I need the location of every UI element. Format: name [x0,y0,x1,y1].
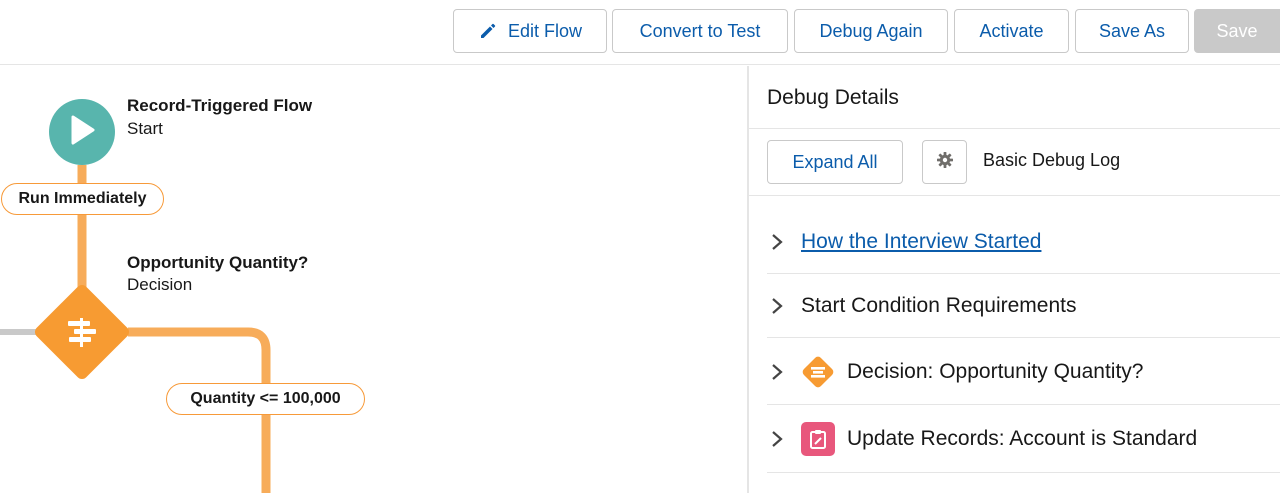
run-immediately-label[interactable]: Run Immediately [1,183,164,215]
convert-to-test-label: Convert to Test [639,20,761,41]
start-node[interactable] [49,99,115,165]
section-label[interactable]: How the Interview Started [801,230,1041,254]
pencil-icon [478,21,498,41]
section-label: Start Condition Requirements [801,294,1077,317]
decision-node-title: Opportunity Quantity? [127,253,309,272]
save-as-button[interactable]: Save As [1075,9,1189,53]
chevron-right-icon[interactable] [767,430,801,448]
save-label: Save [1216,20,1258,41]
section-update-records[interactable]: Update Records: Account is Standard [767,406,1280,473]
debug-log-level: Basic Debug Log [983,150,1121,170]
start-node-subtitle: Start [127,119,163,138]
activate-label: Activate [979,20,1044,41]
activate-button[interactable]: Activate [954,9,1069,53]
section-how-interview-started[interactable]: How the Interview Started [767,211,1280,274]
decision-icon [801,354,835,389]
panel-title: Debug Details [767,86,899,109]
debug-details-panel: Debug Details Expand All Basic Debug Log [747,66,1280,493]
flow-toolbar: Edit Flow Convert to Test Debug Again Ac… [0,0,1280,65]
chevron-right-icon[interactable] [767,363,801,381]
save-button[interactable]: Save [1194,9,1280,53]
convert-to-test-button[interactable]: Convert to Test [612,9,788,53]
settings-button[interactable] [922,140,967,184]
save-as-label: Save As [1098,20,1166,41]
section-label: Decision: Opportunity Quantity? [847,359,1144,383]
edit-flow-label: Edit Flow [507,20,583,41]
edit-flow-button[interactable]: Edit Flow [453,9,607,53]
debug-again-label: Debug Again [819,20,923,41]
section-decision[interactable]: Decision: Opportunity Quantity? [767,339,1280,405]
flow-canvas[interactable]: Record-Triggered Flow Start Run Immediat… [0,66,747,493]
decision-node-subtitle: Decision [127,275,193,294]
expand-all-button[interactable]: Expand All [767,140,903,184]
debug-again-button[interactable]: Debug Again [794,9,948,53]
chevron-right-icon[interactable] [767,297,801,315]
chevron-right-icon[interactable] [767,233,801,251]
gear-icon [936,151,954,174]
play-icon [69,115,95,150]
decision-icon [62,312,102,352]
debug-panel-toolbar: Expand All Basic Debug Log [749,128,1280,196]
start-node-title: Record-Triggered Flow [127,96,313,115]
section-label: Update Records: Account is Standard [847,427,1198,450]
section-start-condition[interactable]: Start Condition Requirements [767,275,1280,338]
update-records-icon [801,422,835,456]
outcome-label[interactable]: Quantity <= 100,000 [166,383,365,415]
